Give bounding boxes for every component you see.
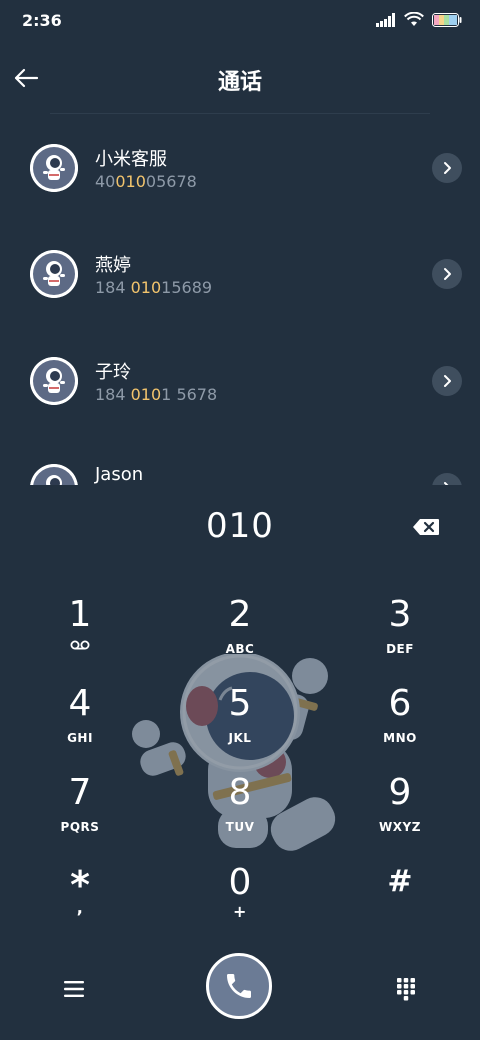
contact-name: 燕婷 [95,255,131,276]
signal-icon [376,12,395,27]
key-digit: 2 [228,594,252,635]
contact-detail-button[interactable] [432,473,462,485]
key-9[interactable]: 9 WXYZ [340,772,460,852]
number-part: 40 [95,172,116,191]
key-digit: 0 [228,862,252,903]
key-letters: DEF [386,642,414,656]
key-hash[interactable]: # [340,862,460,942]
number-part: 184 [95,278,131,297]
key-letters: MNO [383,731,417,745]
chevron-right-icon [444,268,451,280]
phone-icon [227,974,251,998]
key-1[interactable]: 1 [20,594,140,674]
chevron-right-icon [444,482,449,485]
header-divider [50,113,430,114]
contact-detail-button[interactable] [432,153,462,183]
voicemail-icon-wrap [20,640,140,650]
contact-name: Jason [95,464,144,485]
key-0[interactable]: 0 + [180,862,300,942]
number-match: 010 [130,385,162,404]
status-icons [376,12,462,27]
key-digit: 6 [388,683,412,724]
key-digit: 7 [68,772,92,813]
number-match: 010 [130,278,162,297]
astronaut-avatar-icon [30,144,78,192]
key-4[interactable]: 4 GHI [20,683,140,763]
key-digit: 3 [388,594,412,635]
avatar [30,250,78,298]
backspace-icon [413,519,439,535]
call-button[interactable] [206,953,272,1019]
number-part: 184 [95,385,131,404]
key-letters: JKL [228,731,252,745]
avatar [30,144,78,192]
key-8[interactable]: 8 TUV [180,772,300,852]
page-title: 通话 [217,70,262,95]
contact-detail-button[interactable] [432,259,462,289]
key-5[interactable]: 5 JKL [180,683,300,763]
contact-number: 184 0101 5678 [95,385,217,404]
key-letters: ABC [225,642,255,656]
key-letters: , [76,898,84,917]
wifi-icon [404,12,424,26]
number-match: 010 [115,172,146,191]
contact-name: 小米客服 [95,149,167,170]
chevron-right-icon [444,162,451,174]
contact-row[interactable]: Jason [0,433,480,485]
avatar [30,464,78,485]
contact-list[interactable]: 小米客服 4001005678 燕婷 184 01015689 子玲 184 0… [0,115,480,485]
key-digit: 9 [388,772,412,813]
contact-row[interactable]: 燕婷 184 01015689 [0,221,480,327]
contact-row[interactable]: 小米客服 4001005678 [0,115,480,221]
key-7[interactable]: 7 PQRS [20,772,140,852]
bottom-action-bar [0,950,480,1040]
key-digit: 1 [68,594,92,635]
contact-detail-button[interactable] [432,366,462,396]
key-3[interactable]: 3 DEF [340,594,460,674]
astronaut-avatar-icon [30,464,78,485]
key-star[interactable]: * , [20,862,140,942]
key-letters: WXYZ [379,820,421,834]
backspace-button[interactable] [406,512,446,542]
contact-number: 4001005678 [95,172,197,191]
number-part: 05678 [145,172,197,191]
key-letters: PQRS [60,820,100,834]
key-2[interactable]: 2 ABC [180,594,300,674]
dialpad-icon [397,978,415,1001]
contact-number: 184 01015689 [95,278,212,297]
key-letters: TUV [225,820,255,834]
key-letters: + [233,902,247,921]
dialpad-toggle-button[interactable] [388,972,424,1006]
key-letters: GHI [67,731,93,745]
status-bar: 2:36 [0,0,480,44]
contact-name: 子玲 [95,362,131,383]
app-header: 通话 [0,44,480,114]
number-part: 15689 [161,278,213,297]
key-digit: 8 [228,772,252,813]
chevron-right-icon [444,375,451,387]
menu-button[interactable] [56,974,92,1004]
number-part: 1 5678 [161,385,218,404]
key-6[interactable]: 6 MNO [340,683,460,763]
status-time: 2:36 [22,11,62,30]
avatar [30,357,78,405]
astronaut-avatar-icon [30,250,78,298]
contact-row[interactable]: 子玲 184 0101 5678 [0,327,480,433]
key-digit: 5 [228,683,252,724]
voicemail-icon [70,640,90,650]
key-digit: 4 [68,683,92,724]
astronaut-avatar-icon [30,357,78,405]
menu-icon [64,981,84,997]
battery-icon [432,12,462,27]
key-digit: # [387,864,413,899]
